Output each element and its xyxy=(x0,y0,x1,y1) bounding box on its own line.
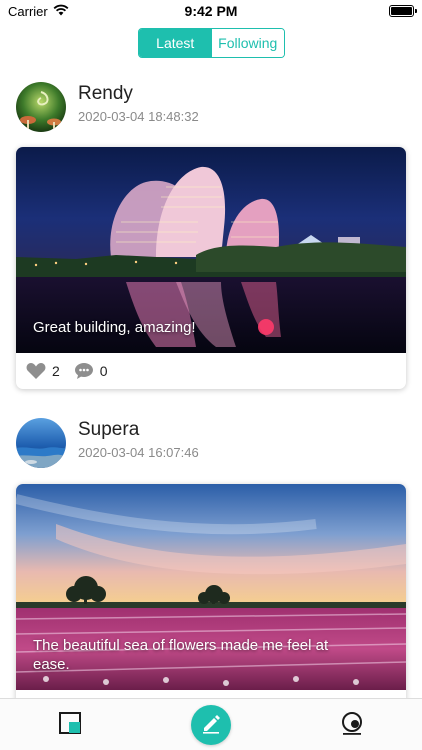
post-actions: 2 0 xyxy=(16,353,406,389)
avatar[interactable] xyxy=(16,82,66,132)
post-caption: The beautiful sea of flowers made me fee… xyxy=(33,637,329,673)
post-card[interactable]: Great building, amazing! 2 0 xyxy=(16,147,406,389)
status-left: Carrier xyxy=(8,4,69,19)
like-count: 2 xyxy=(52,363,60,379)
battery-icon xyxy=(389,5,417,17)
profile-tab-icon[interactable] xyxy=(340,711,364,740)
compose-button[interactable] xyxy=(191,705,231,745)
author-name[interactable]: Supera xyxy=(78,419,139,441)
status-bar: Carrier 9:42 PM xyxy=(0,0,422,22)
post-image[interactable]: Great building, amazing! xyxy=(16,147,406,353)
heart-icon[interactable] xyxy=(26,362,46,380)
carrier-label: Carrier xyxy=(8,3,48,19)
post-card[interactable]: The beautiful sea of flowers made me fee… xyxy=(16,484,406,726)
avatar[interactable] xyxy=(16,418,66,468)
post-timestamp: 2020-03-04 18:48:32 xyxy=(78,109,199,124)
feed-segmented-control: Latest Following xyxy=(138,28,285,58)
battery-fill xyxy=(391,7,412,15)
post-header: Supera 2020-03-04 16:07:46 xyxy=(0,406,422,472)
post-image[interactable]: The beautiful sea of flowers made me fee… xyxy=(16,484,406,690)
tab-profile[interactable] xyxy=(322,699,382,750)
author-name[interactable]: Rendy xyxy=(78,83,133,105)
comment-bubble-icon[interactable] xyxy=(74,362,94,380)
like-stat[interactable]: 2 xyxy=(26,362,60,380)
compose-pen-icon[interactable] xyxy=(200,712,222,739)
tab-home[interactable] xyxy=(40,699,100,750)
tab-bar xyxy=(0,698,422,750)
post-caption: Great building, amazing! xyxy=(33,319,196,336)
post-header: Rendy 2020-03-04 18:48:32 xyxy=(0,70,422,136)
segment-latest[interactable]: Latest xyxy=(139,29,212,57)
segment-following[interactable]: Following xyxy=(211,29,284,57)
square-tab-icon[interactable] xyxy=(59,711,81,739)
post-item: Rendy 2020-03-04 18:48:32 Great building… xyxy=(0,70,422,406)
feed-list[interactable]: Rendy 2020-03-04 18:48:32 Great building… xyxy=(0,70,422,750)
post-timestamp: 2020-03-04 16:07:46 xyxy=(78,445,199,460)
comment-stat[interactable]: 0 xyxy=(74,362,108,380)
wifi-icon xyxy=(53,4,69,19)
comment-count: 0 xyxy=(99,363,108,379)
